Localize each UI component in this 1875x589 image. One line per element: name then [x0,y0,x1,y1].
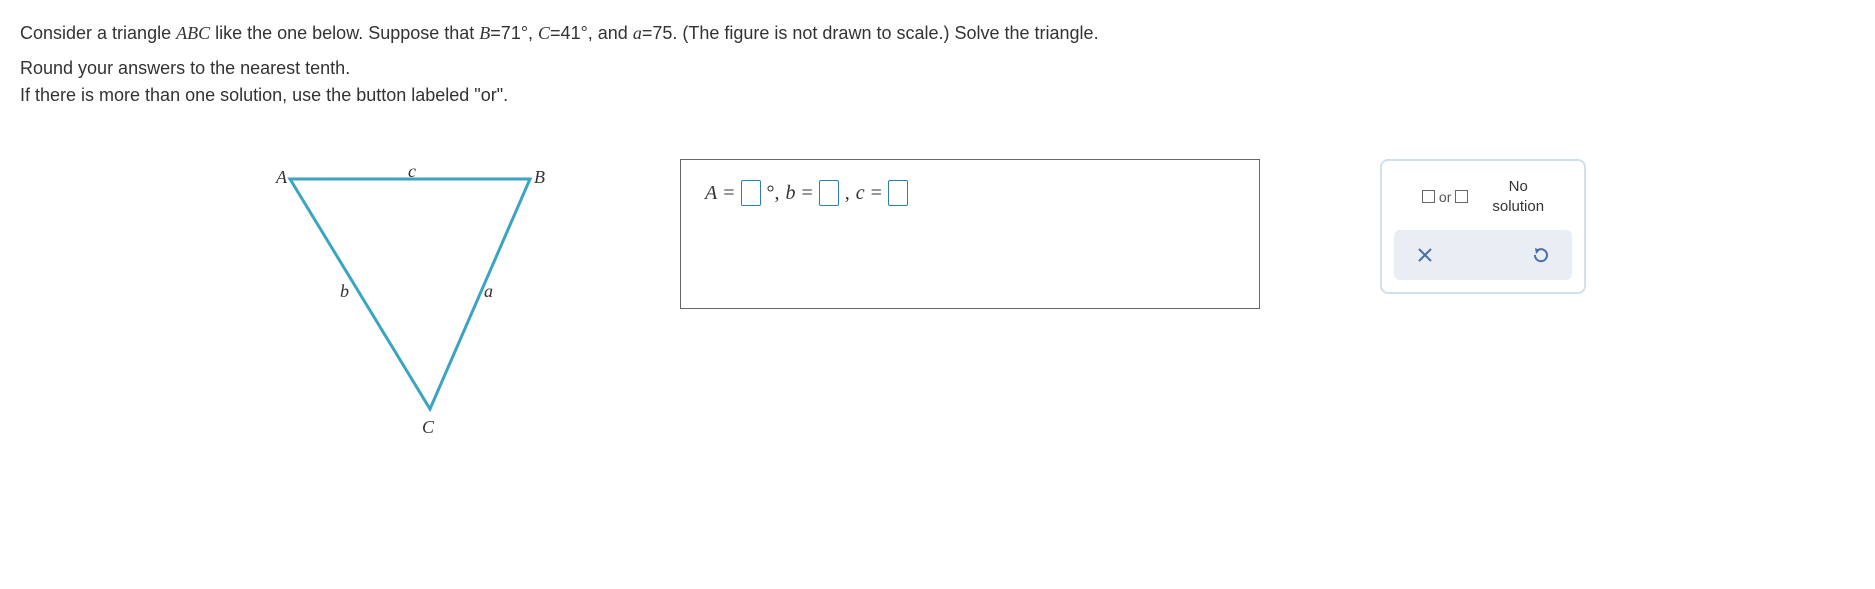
input-b[interactable] [819,180,839,206]
answer-A-var: A [705,182,717,205]
reset-button[interactable] [1526,240,1556,270]
answer-b-comma: , [845,182,850,205]
vertex-B-label: B [534,167,545,188]
no-solution-line1: No [1492,177,1544,197]
or-box-right-icon [1455,190,1468,203]
given-C-eq: =41°, and [550,23,633,43]
instruction-line2: If there is more than one solution, use … [20,82,1855,109]
problem-prefix: Consider a triangle [20,23,176,43]
vertex-A-label: A [276,167,287,188]
given-a-var: a [633,23,642,43]
instruction-line1: Round your answers to the nearest tenth. [20,55,1855,82]
given-a-eq: =75. (The figure is not drawn to scale.)… [642,23,1099,43]
side-c-label: c [408,161,416,182]
undo-icon [1531,245,1551,265]
triangle-figure: A B C c b a [280,159,560,439]
answer-box: A = °, b = , c = [680,159,1260,309]
controls-panel: or No solution [1380,159,1586,294]
no-solution-line2: solution [1492,197,1544,217]
answer-A-eq: = [723,182,734,205]
answer-c-eq: = [871,182,882,205]
vertex-C-label: C [422,417,434,438]
answer-b-var: b [786,182,796,205]
given-B-eq: =71°, [490,23,538,43]
answer-c-var: c [856,182,865,205]
problem-mid1: like the one below. Suppose that [210,23,479,43]
answer-line: A = °, b = , c = [705,180,1235,206]
or-button[interactable]: or [1414,183,1476,211]
given-B-var: B [479,23,490,43]
bottom-controls [1394,230,1572,280]
problem-statement: Consider a triangle ABC like the one bel… [20,20,1855,47]
side-b-label: b [340,281,349,302]
answer-b-eq: = [802,182,813,205]
given-C-var: C [538,23,550,43]
triangle-name: ABC [176,23,210,43]
answer-A-unit: °, [767,182,780,205]
instructions: Round your answers to the nearest tenth.… [20,55,1855,109]
side-a-label: a [484,281,493,302]
clear-button[interactable] [1410,240,1440,270]
or-label: or [1439,189,1451,205]
or-box-left-icon [1422,190,1435,203]
no-solution-button[interactable]: No solution [1484,173,1552,220]
input-c[interactable] [888,180,908,206]
input-A[interactable] [741,180,761,206]
close-icon [1416,246,1434,264]
